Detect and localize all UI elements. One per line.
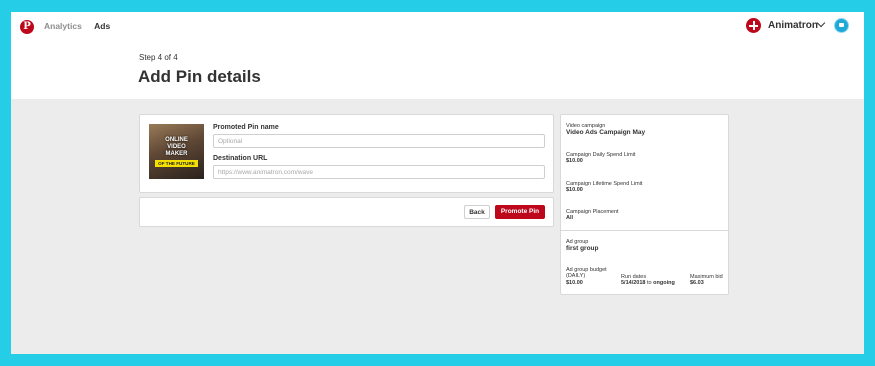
create-plus-icon[interactable] xyxy=(746,18,761,33)
divider xyxy=(561,230,728,231)
placement-value: All xyxy=(566,215,574,221)
nav-item-ads[interactable]: Ads xyxy=(94,21,110,31)
campaign-summary-panel: Video campaign Video Ads Campaign May Ca… xyxy=(560,114,729,295)
pin-name-input[interactable] xyxy=(213,134,545,148)
pin-details-card: ONLINE VIDEO MAKER OF THE FUTURE Promote… xyxy=(139,114,554,193)
daily-spend-value: $10.00 xyxy=(566,158,583,164)
lifetime-spend-value: $10.00 xyxy=(566,187,583,193)
pin-name-label: Promoted Pin name xyxy=(213,124,279,131)
content-area: ONLINE VIDEO MAKER OF THE FUTURE Promote… xyxy=(11,99,864,354)
ad-group-value: first group xyxy=(566,245,599,252)
back-button[interactable]: Back xyxy=(464,205,490,219)
campaign-value: Video Ads Campaign May xyxy=(566,129,646,136)
thumbnail-caption: ONLINE VIDEO MAKER xyxy=(149,137,204,158)
page-header: Step 4 of 4 Add Pin details xyxy=(11,42,864,99)
pinterest-logo-icon[interactable]: P xyxy=(20,20,34,34)
promote-pin-button[interactable]: Promote Pin xyxy=(495,205,545,219)
thumbnail-line: MAKER xyxy=(165,151,188,157)
budget-sublabel: (DAILY) xyxy=(566,273,586,279)
avatar[interactable] xyxy=(834,18,849,33)
run-start-date: 5/14/2018 xyxy=(621,280,646,286)
nav-item-analytics[interactable]: Analytics xyxy=(44,21,82,31)
app-window: P Analytics Ads Animatron Step 4 of 4 Ad… xyxy=(11,12,864,354)
top-navigation-bar: P Analytics Ads Animatron xyxy=(11,12,864,42)
thumbnail-line: VIDEO xyxy=(167,144,186,150)
account-name[interactable]: Animatron xyxy=(768,20,818,31)
max-bid-value: $6.03 xyxy=(690,280,704,286)
step-indicator: Step 4 of 4 xyxy=(139,53,178,62)
destination-url-input[interactable] xyxy=(213,165,545,179)
chevron-down-icon[interactable] xyxy=(816,18,826,28)
action-bar: Back Promote Pin xyxy=(139,197,554,227)
placement-label: Campaign Placement xyxy=(566,209,619,215)
destination-url-label: Destination URL xyxy=(213,155,268,162)
thumbnail-band: OF THE FUTURE xyxy=(155,160,198,167)
page-title: Add Pin details xyxy=(138,67,261,86)
run-dates-separator: to xyxy=(647,280,652,286)
run-dates-value: 5/14/2018 to ongoing xyxy=(621,280,675,286)
pin-thumbnail-image: ONLINE VIDEO MAKER OF THE FUTURE xyxy=(149,124,204,179)
run-end-date: ongoing xyxy=(653,280,675,286)
budget-value: $10.00 xyxy=(566,280,583,286)
main-nav: Analytics Ads xyxy=(44,21,120,31)
thumbnail-line: ONLINE xyxy=(165,137,188,143)
